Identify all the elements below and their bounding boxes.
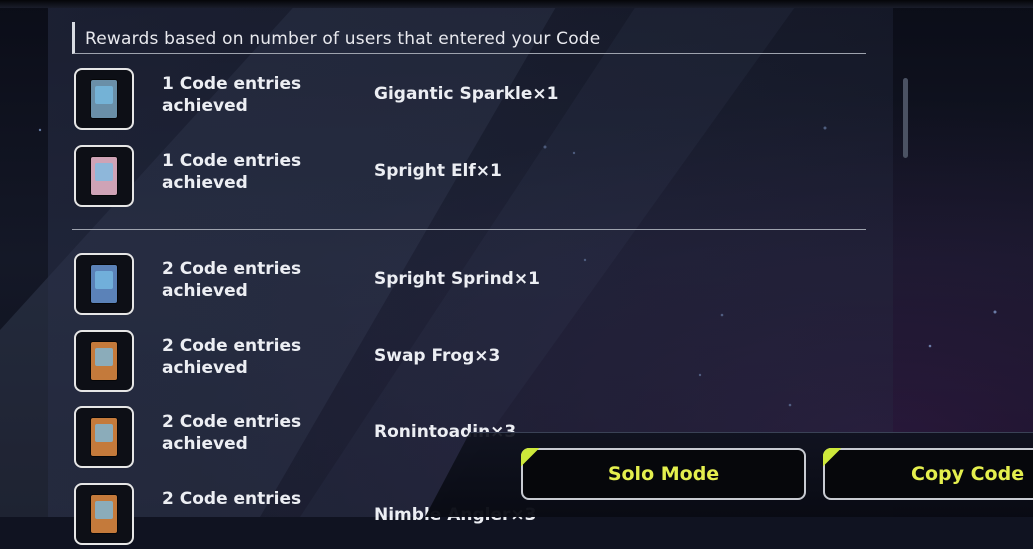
reward-requirement: 2 Code entries achieved (162, 259, 302, 301)
divider (72, 229, 866, 230)
scrollbar[interactable] (903, 78, 908, 158)
corner-accent (521, 448, 547, 474)
copy-code-label: Copy Code (911, 463, 1025, 485)
card-image (91, 157, 117, 195)
top-bar (0, 0, 1033, 8)
reward-item: Swap Frog×3 (374, 346, 501, 366)
card-image (91, 418, 117, 456)
corner-accent (823, 448, 849, 474)
solo-mode-button[interactable]: Solo Mode (521, 448, 806, 500)
reward-item: Gigantic Sparkle×1 (374, 84, 559, 104)
card-icon[interactable] (74, 330, 134, 392)
reward-requirement: 2 Code entries achieved (162, 412, 302, 454)
rewards-section-header: Rewards based on number of users that en… (72, 22, 866, 54)
reward-requirement: 1 Code entries achieved (162, 151, 302, 193)
section-title: Rewards based on number of users that en… (85, 29, 601, 49)
reward-requirement: 1 Code entries achieved (162, 74, 302, 116)
reward-row: 2 Code entries achieved Spright Sprind×1 (72, 253, 866, 319)
reward-requirement: 2 Code entries achieved (162, 336, 302, 378)
solo-mode-label: Solo Mode (607, 463, 720, 485)
card-icon[interactable] (74, 253, 134, 315)
card-image (91, 265, 117, 303)
card-image (82, 75, 117, 118)
reward-item: Spright Elf×1 (374, 161, 502, 181)
reward-requirement: 2 Code entries (162, 489, 302, 509)
reward-item: Spright Sprind×1 (374, 269, 540, 289)
card-pack-icon[interactable] (74, 68, 134, 130)
card-image (91, 495, 117, 533)
reward-row: 2 Code entries achieved Swap Frog×3 (72, 330, 866, 396)
card-icon[interactable] (74, 145, 134, 207)
reward-row: 1 Code entries achieved Gigantic Sparkle… (72, 68, 866, 134)
card-image (91, 342, 117, 380)
copy-code-button[interactable]: Copy Code (823, 448, 1033, 500)
card-icon[interactable] (74, 483, 134, 545)
card-icon[interactable] (74, 406, 134, 468)
reward-row: 1 Code entries achieved Spright Elf×1 (72, 145, 866, 211)
